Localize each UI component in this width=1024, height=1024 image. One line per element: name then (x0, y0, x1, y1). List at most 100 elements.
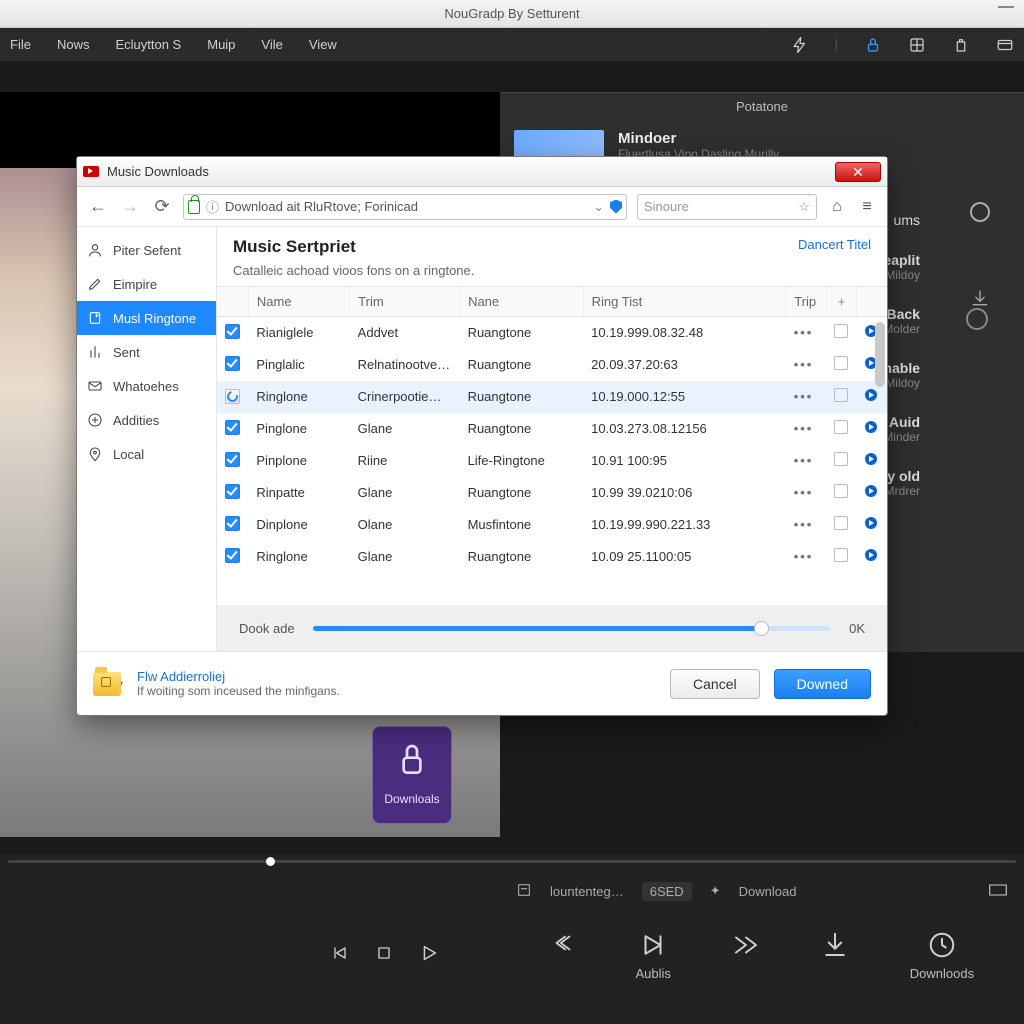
more-button[interactable]: ••• (786, 413, 827, 445)
progress-slider[interactable] (313, 626, 831, 631)
cell-name: Pinplone (248, 445, 349, 477)
select-box[interactable] (826, 413, 856, 445)
status-c[interactable]: Download (739, 884, 797, 899)
more-button[interactable]: ••• (786, 317, 827, 349)
mini-progress[interactable] (8, 860, 1016, 863)
select-box[interactable] (826, 509, 856, 541)
main-heading: Music Sertpriet (233, 237, 871, 257)
bars-icon (87, 344, 103, 360)
cell-name: Dinplone (248, 509, 349, 541)
select-box[interactable] (826, 541, 856, 573)
select-box[interactable] (826, 381, 856, 413)
battery-icon[interactable] (952, 36, 970, 54)
col-ring tist[interactable]: Ring Tist (583, 287, 786, 317)
sidebar-item-local[interactable]: Local (77, 437, 216, 471)
sidebar-item-addities[interactable]: Addities (77, 403, 216, 437)
checkbox[interactable] (225, 484, 240, 499)
select-box[interactable] (826, 349, 856, 381)
stop-icon[interactable] (374, 943, 394, 968)
media-title: Mindoer (618, 130, 779, 147)
table-row[interactable]: RingloneCrinerpootie…Ruangtone10.19.000.… (217, 381, 887, 413)
download-button[interactable]: Downed (774, 669, 871, 699)
card-icon[interactable] (996, 36, 1014, 54)
more-button[interactable]: ••• (786, 509, 827, 541)
dialog-title: Music Downloads (107, 164, 209, 179)
checkbox[interactable] (225, 516, 240, 531)
menu-ecluytton[interactable]: Ecluytton S (115, 37, 181, 52)
sidebar-item-piter-sefent[interactable]: Piter Sefent (77, 233, 216, 267)
cell-name: Pinglalic (248, 349, 349, 381)
search-input[interactable]: Sinoure ☆ (637, 194, 817, 220)
cell-nane: Ruangtone (460, 381, 584, 413)
checkbox[interactable] (225, 548, 240, 563)
folder-icon[interactable] (93, 672, 121, 696)
bot-col-prev[interactable] (550, 930, 576, 981)
menu-file[interactable]: File (10, 37, 31, 52)
sidebar-item-sent[interactable]: Sent (77, 335, 216, 369)
menu-icon[interactable]: ≡ (857, 198, 877, 216)
more-button[interactable]: ••• (786, 541, 827, 573)
more-button[interactable]: ••• (786, 477, 827, 509)
add-column-button[interactable]: + (826, 287, 856, 317)
sidebar-item-whatoehes[interactable]: Whatoehes (77, 369, 216, 403)
select-box[interactable] (826, 445, 856, 477)
minimize-icon[interactable] (998, 6, 1014, 9)
user-icon (87, 242, 103, 258)
select-box[interactable] (826, 317, 856, 349)
table-row[interactable]: RianigleleAddvetRuangtone10.19.999.08.32… (217, 317, 887, 349)
more-button[interactable]: ••• (786, 349, 827, 381)
bolt-icon[interactable] (791, 36, 809, 54)
checkbox[interactable] (225, 452, 240, 467)
menu-view[interactable]: View (309, 37, 337, 52)
checkbox[interactable] (225, 324, 240, 339)
sidebar-item-musl-ringtone[interactable]: Musl Ringtone (77, 301, 216, 335)
footer-link[interactable]: Flw Addierroliej (137, 669, 340, 684)
sidebar-item-eimpire[interactable]: Eimpire (77, 267, 216, 301)
bot-col-aublis[interactable]: Aublis (635, 930, 670, 981)
table-row[interactable]: DinploneOlaneMusfintone10.19.99.990.221.… (217, 509, 887, 541)
dialog-footer: ▾ Flw Addierroliej If woiting som inceus… (77, 651, 887, 715)
reload-button[interactable]: ⟳ (151, 196, 173, 217)
dialog-titlebar[interactable]: Music Downloads ✕ (77, 157, 887, 187)
col-name[interactable]: Name (248, 287, 349, 317)
screen-icon[interactable] (988, 883, 1008, 900)
cell-nane: Life-Ringtone (460, 445, 584, 477)
table-row[interactable]: PinglalicRelnatinootve…Ruangtone20.09.37… (217, 349, 887, 381)
star-icon[interactable]: ☆ (798, 199, 810, 215)
close-button[interactable]: ✕ (835, 162, 881, 182)
col-trim[interactable]: Trim (350, 287, 460, 317)
home-icon[interactable]: ⌂ (827, 198, 847, 216)
bot-col-dl[interactable] (820, 930, 850, 981)
col-nane[interactable]: Nane (460, 287, 584, 317)
col-trip[interactable]: Trip (786, 287, 827, 317)
more-button[interactable]: ••• (786, 445, 827, 477)
play-icon[interactable] (418, 942, 440, 969)
table-row[interactable]: RingloneGlaneRuangtone10.09 25.1100:05••… (217, 541, 887, 573)
checkbox[interactable] (225, 356, 240, 371)
grid-icon[interactable] (908, 36, 926, 54)
play-circle-icon[interactable] (966, 308, 988, 330)
prev-icon[interactable] (330, 943, 350, 968)
chevron-down-icon[interactable]: ⌄ (593, 199, 604, 215)
back-button[interactable]: ← (87, 196, 109, 217)
forward-button[interactable]: → (119, 196, 141, 217)
scrollbar[interactable] (875, 322, 885, 601)
bot-col-downloads[interactable]: Downloods (910, 930, 974, 981)
cancel-button[interactable]: Cancel (670, 669, 760, 699)
menu-vile[interactable]: Vile (261, 37, 282, 52)
select-box[interactable] (826, 477, 856, 509)
table-row[interactable]: RinpatteGlaneRuangtone10.99 39.0210:06••… (217, 477, 887, 509)
statusbar: lountenteg… 6SED ✦ Download (500, 876, 1024, 906)
download-badge[interactable]: Downloals (372, 726, 452, 824)
action-link[interactable]: Dancert Titel (798, 237, 871, 252)
table-row[interactable]: PingloneGlaneRuangtone10.03.273.08.12156… (217, 413, 887, 445)
menu-muip[interactable]: Muip (207, 37, 235, 52)
more-button[interactable]: ••• (786, 381, 827, 413)
checkbox[interactable] (225, 420, 240, 435)
address-bar[interactable]: ⓘ Download ait RluRtove; Forinicad ⌄ (183, 194, 627, 220)
menu-nows[interactable]: Nows (57, 37, 90, 52)
bot-col-next[interactable] (731, 930, 761, 981)
lock-icon[interactable] (864, 36, 882, 54)
table-row[interactable]: PinploneRiineLife-Ringtone10.91 100:95••… (217, 445, 887, 477)
host-window-titlebar[interactable]: NouGradp By Setturent (0, 0, 1024, 28)
